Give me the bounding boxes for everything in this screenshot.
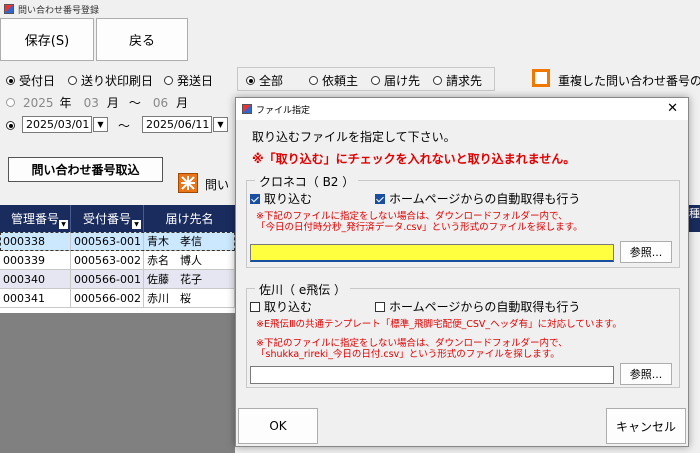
dialog-title: ファイル指定 bbox=[256, 105, 311, 116]
duplicate-label: 重複した問い合わせ番号の bbox=[558, 74, 700, 88]
save-button[interactable]: 保存(S) bbox=[0, 18, 94, 61]
sagawa-path-input[interactable] bbox=[250, 366, 614, 384]
sort-icon[interactable]: ▼ bbox=[132, 220, 141, 229]
grid-icon[interactable] bbox=[178, 173, 198, 193]
table-row[interactable]: 000338 000563-001 青木 孝信 bbox=[0, 232, 235, 251]
radio-uketsukebi[interactable]: 受付日 bbox=[6, 72, 55, 89]
dialog-instruction: 取り込むファイルを指定して下さい。 bbox=[252, 130, 456, 144]
table-row[interactable]: 000340 000566-001 佐藤 花子 bbox=[0, 270, 235, 289]
date-from-field[interactable]: 2025/03/01 bbox=[22, 116, 92, 133]
table-row[interactable]: 000341 000566-002 赤川 桜 bbox=[0, 289, 235, 308]
kuroneko-browse-button[interactable]: 参照... bbox=[620, 241, 672, 263]
radio-todokesaki[interactable]: 届け先 bbox=[371, 72, 420, 89]
app-icon bbox=[4, 4, 14, 14]
date-to-dropdown-icon[interactable]: ▼ bbox=[213, 117, 228, 132]
window-title: 問い合わせ番号登録 bbox=[18, 5, 100, 16]
duplicate-checkbox[interactable] bbox=[532, 69, 550, 87]
radio-seikyusaki[interactable]: 請求先 bbox=[433, 72, 482, 89]
sagawa-note-0: ※E飛伝Ⅲの共通テンプレート「標準_飛脚宅配便_CSV_ヘッダ有」に対応していま… bbox=[256, 319, 622, 330]
file-select-dialog: ファイル指定 ✕ 取り込むファイルを指定して下さい。 ※「取り込む」にチェックを… bbox=[235, 97, 689, 447]
kuroneko-note-1: ※下記のファイルに指定をしない場合は、ダウンロードフォルダー内で、 bbox=[256, 211, 568, 222]
radio-date-range[interactable] bbox=[6, 118, 19, 132]
column-header-uketsuke[interactable]: 受付番号 ▼ bbox=[71, 205, 144, 232]
column-header-todokesaki[interactable]: 届け先名 bbox=[144, 205, 235, 232]
radio-hassobi[interactable]: 発送日 bbox=[164, 72, 213, 89]
back-button[interactable]: 戻る bbox=[96, 18, 188, 61]
grid-empty-area bbox=[0, 313, 235, 453]
radio-indicator bbox=[6, 76, 15, 85]
radio-month-range[interactable] bbox=[6, 98, 15, 107]
date-to-field[interactable]: 2025/06/11 bbox=[142, 116, 212, 133]
close-icon[interactable]: ✕ bbox=[667, 101, 678, 116]
sort-icon[interactable]: ▼ bbox=[59, 220, 68, 229]
window-titlebar: 問い合わせ番号登録 bbox=[0, 0, 700, 18]
sagawa-auto-checkbox[interactable]: ホームページからの自動取得も行う bbox=[375, 298, 580, 315]
radio-irainushi[interactable]: 依頼主 bbox=[309, 72, 358, 89]
kuroneko-auto-checkbox[interactable]: ホームページからの自動取得も行う bbox=[375, 190, 580, 207]
partial-label: 問い bbox=[205, 178, 230, 192]
radio-indicator bbox=[68, 76, 77, 85]
kuroneko-note-2: 「今日の日付時分秒_発行済データ.csv」という形式のファイルを探します。 bbox=[256, 222, 583, 233]
sagawa-legend: 佐川（ e飛伝 ） bbox=[255, 281, 351, 298]
dialog-warning: ※「取り込む」にチェックを入れないと取り込まれません。 bbox=[252, 152, 576, 166]
radio-okurijo-insatsubi[interactable]: 送り状印刷日 bbox=[68, 72, 153, 89]
radio-indicator bbox=[164, 76, 173, 85]
date-from-dropdown-icon[interactable]: ▼ bbox=[93, 117, 108, 132]
dialog-titlebar: ファイル指定 ✕ bbox=[236, 98, 688, 120]
dialog-app-icon bbox=[242, 104, 252, 114]
sagawa-note-2: 「shukka_rireki_今日の日付.csv」という形式のファイルを探します… bbox=[256, 349, 560, 360]
date-range-tilde: ～ bbox=[118, 119, 131, 133]
column-header-kanri[interactable]: 管理番号 ▼ bbox=[0, 205, 71, 232]
import-tracking-button[interactable]: 問い合わせ番号取込 bbox=[8, 157, 163, 182]
cancel-button[interactable]: キャンセル bbox=[606, 408, 686, 444]
kuroneko-path-input[interactable] bbox=[250, 244, 614, 262]
sagawa-note-1: ※下記のファイルに指定をしない場合は、ダウンロードフォルダー内で、 bbox=[256, 338, 568, 349]
sagawa-import-checkbox[interactable]: 取り込む bbox=[250, 298, 312, 315]
ok-button[interactable]: OK bbox=[238, 408, 318, 444]
table-row[interactable]: 000339 000563-002 赤名 博人 bbox=[0, 251, 235, 270]
shipment-grid: 管理番号 ▼ 受付番号 ▼ 届け先名 000338 000563-001 青木 孝信… bbox=[0, 205, 235, 313]
month-range-row[interactable]: 2025 年 03 月 ～ 06 月 bbox=[6, 94, 188, 111]
kuroneko-legend: クロネコ（ B2 ） bbox=[255, 173, 359, 190]
kuroneko-import-checkbox[interactable]: 取り込む bbox=[250, 190, 312, 207]
grid-header-partial: 種 bbox=[689, 205, 700, 232]
grid-header: 管理番号 ▼ 受付番号 ▼ 届け先名 bbox=[0, 205, 235, 232]
sagawa-browse-button[interactable]: 参照... bbox=[620, 363, 672, 385]
radio-all[interactable]: 全部 bbox=[246, 72, 283, 89]
